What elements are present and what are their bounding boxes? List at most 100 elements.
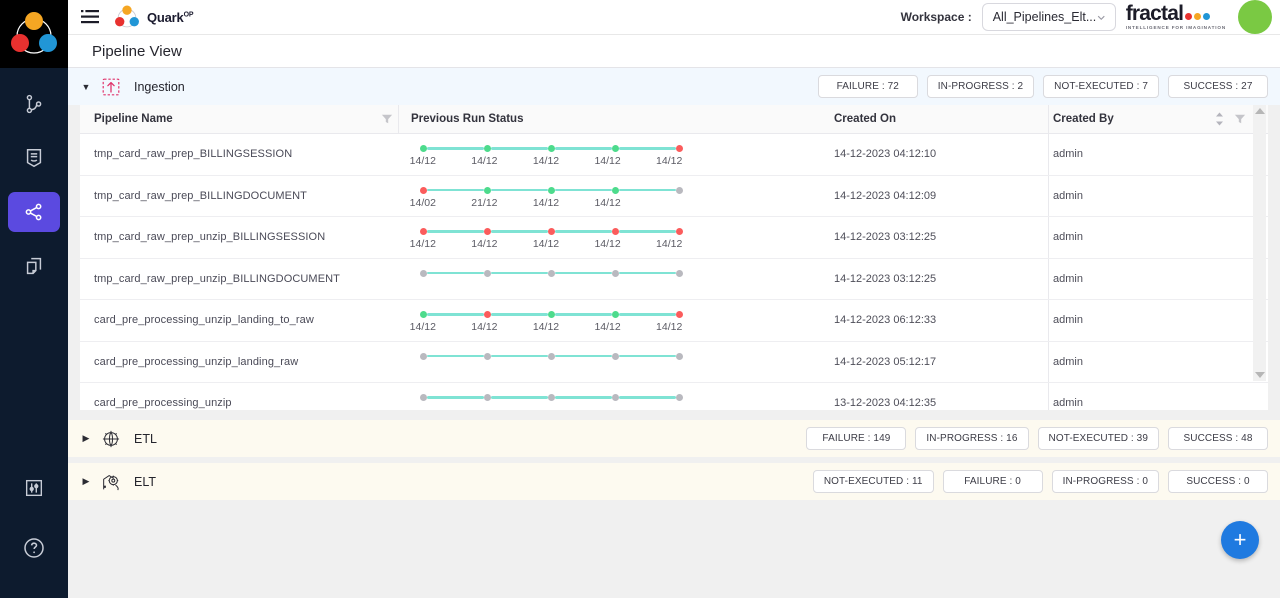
run-status-dot[interactable] — [612, 352, 619, 360]
chevron-down-icon — [1098, 15, 1105, 20]
run-status-dot[interactable] — [676, 311, 683, 318]
status-badge[interactable]: SUCCESS : 27 — [1168, 75, 1268, 98]
add-pipeline-button[interactable]: + — [1221, 521, 1259, 559]
run-status-dot[interactable] — [612, 311, 619, 318]
group-header-etl[interactable]: ▶ ETL FAILURE : 149 IN-PROGRESS : 16 NOT… — [68, 420, 1280, 457]
status-badge[interactable]: SUCCESS : 0 — [1168, 470, 1268, 493]
run-status-dot[interactable] — [548, 311, 555, 318]
group-header-ingestion[interactable]: ▼ Ingestion FAILURE : 72 IN-PROGRESS : 2… — [68, 68, 1280, 105]
run-status-dot[interactable] — [676, 269, 683, 277]
table-row[interactable]: card_pre_processing_unzip 13-12-2023 04:1… — [80, 383, 1268, 410]
status-badge[interactable]: FAILURE : 0 — [942, 470, 1043, 493]
status-badge[interactable]: IN-PROGRESS : 2 — [926, 75, 1035, 98]
filter-icon[interactable] — [1234, 113, 1246, 125]
run-status-dot[interactable] — [420, 352, 427, 360]
run-status-dot[interactable] — [484, 311, 491, 318]
cell-created-by: admin — [1048, 258, 1208, 299]
run-status-dot[interactable] — [484, 145, 491, 152]
run-status-dot[interactable] — [612, 394, 619, 401]
group-label-etl: ETL — [134, 431, 157, 446]
table-scrollbar[interactable] — [1253, 105, 1266, 381]
run-status-link — [491, 313, 548, 316]
table-row[interactable]: tmp_card_raw_prep_BILLINGDOCUMENT 14/02 21… — [80, 175, 1268, 217]
cell-pipeline-name: tmp_card_raw_prep_BILLINGSESSION — [94, 148, 293, 161]
status-badge[interactable]: FAILURE : 149 — [806, 427, 907, 450]
status-badge[interactable]: IN-PROGRESS : 16 — [915, 427, 1029, 450]
status-badge[interactable]: NOT-EXECUTED : 11 — [812, 470, 934, 493]
run-status-date: 14/12 — [532, 321, 560, 333]
cell-previous-run-status — [398, 383, 830, 410]
run-status-dot[interactable] — [548, 228, 555, 235]
run-status-dot[interactable] — [548, 352, 555, 360]
sidebar-item-copies[interactable] — [8, 246, 60, 286]
run-status-dot[interactable] — [548, 394, 555, 401]
column-header-pipeline-name: Pipeline Name — [94, 113, 173, 125]
scroll-up-icon[interactable] — [1254, 108, 1265, 114]
hamburger-menu-icon[interactable] — [80, 7, 100, 27]
run-status-dot[interactable] — [548, 269, 555, 277]
run-status-dot[interactable] — [420, 228, 427, 235]
sidebar-item-share[interactable] — [8, 192, 60, 232]
brand-superscript: OP — [183, 11, 194, 19]
table-row[interactable]: tmp_card_raw_prep_unzip_BILLINGSESSION 14… — [80, 217, 1268, 259]
run-status-dot[interactable] — [484, 186, 491, 194]
status-badge[interactable]: IN-PROGRESS : 0 — [1051, 470, 1159, 493]
sidebar-item-pipelines[interactable] — [8, 84, 60, 124]
run-status-dot[interactable] — [612, 269, 619, 277]
cell-previous-run-status: 14/12 14/12 14/12 14/12 14/12 — [398, 300, 830, 341]
run-status-dot[interactable] — [484, 228, 491, 235]
cell-pipeline-name: card_pre_processing_unzip_landing_to_raw — [94, 314, 314, 327]
run-status-dot[interactable] — [420, 269, 427, 277]
run-status-dot[interactable] — [612, 186, 619, 194]
run-status-dot[interactable] — [676, 394, 683, 401]
run-status-link — [555, 271, 612, 275]
sidebar-item-help[interactable] — [8, 528, 60, 568]
group-header-elt[interactable]: ▶ ELT NOT-EXECUTED : 11 FAILURE : 0 IN-P… — [68, 463, 1280, 500]
cell-created-by: admin — [1048, 341, 1208, 382]
run-status-dot[interactable] — [676, 228, 683, 235]
run-status-dot[interactable] — [484, 394, 491, 401]
table-row[interactable]: card_pre_processing_unzip_landing_to_raw… — [80, 300, 1268, 342]
elt-gear-icon — [98, 469, 124, 495]
sidebar-item-documents[interactable] — [8, 138, 60, 178]
status-badge[interactable]: NOT-EXECUTED : 39 — [1037, 427, 1159, 450]
run-status-dot[interactable] — [548, 186, 555, 194]
run-status-dot[interactable] — [420, 145, 427, 152]
avatar[interactable] — [1238, 0, 1272, 34]
cell-pipeline-name: tmp_card_raw_prep_BILLINGDOCUMENT — [94, 189, 307, 202]
run-status-dot[interactable] — [676, 186, 683, 194]
table-row[interactable]: tmp_card_raw_prep_BILLINGSESSION 14/12 14/… — [80, 134, 1268, 176]
workspace-select[interactable]: All_Pipelines_Elt... — [981, 3, 1116, 31]
run-status-dot[interactable] — [612, 145, 619, 152]
run-status-date: 14/12 — [532, 155, 560, 167]
caret-right-icon[interactable]: ▶ — [78, 476, 94, 487]
caret-down-icon[interactable]: ▼ — [78, 82, 94, 92]
table-header-row: Pipeline Name Previous Run Status Create… — [80, 105, 1268, 134]
run-status-dot[interactable] — [548, 145, 555, 152]
run-status-link — [427, 271, 484, 275]
run-status-dot[interactable] — [676, 145, 683, 152]
group-badges-elt: NOT-EXECUTED : 11 FAILURE : 0 IN-PROGRES… — [812, 470, 1268, 493]
run-status-dot[interactable] — [484, 352, 491, 360]
status-badge[interactable]: FAILURE : 72 — [817, 75, 918, 98]
sidebar-item-settings[interactable] — [8, 468, 60, 508]
run-status-dot[interactable] — [420, 394, 427, 401]
status-badge[interactable]: NOT-EXECUTED : 7 — [1043, 75, 1159, 98]
filter-icon[interactable] — [376, 105, 398, 133]
run-status-dot[interactable] — [420, 311, 427, 318]
page-title: Pipeline View — [68, 35, 1280, 68]
status-badge[interactable]: SUCCESS : 48 — [1168, 427, 1268, 450]
run-status-dot[interactable] — [484, 269, 491, 277]
run-status-dot[interactable] — [676, 352, 683, 360]
scroll-down-icon[interactable] — [1254, 372, 1265, 378]
run-status-dot[interactable] — [612, 228, 619, 235]
run-status-link — [619, 271, 676, 275]
table-row[interactable]: card_pre_processing_unzip_landing_raw 14-… — [80, 341, 1268, 383]
caret-right-icon[interactable]: ▶ — [78, 433, 94, 444]
sort-updown-icon[interactable] — [1214, 112, 1225, 126]
run-status-dot[interactable] — [420, 186, 427, 194]
cell-pipeline-name: tmp_card_raw_prep_unzip_BILLINGDOCUMENT — [94, 272, 340, 285]
workspace-label: Workspace : — [900, 10, 972, 24]
table-row[interactable]: tmp_card_raw_prep_unzip_BILLINGDOCUMENT 1… — [80, 258, 1268, 300]
elt-glyph-icon — [103, 474, 119, 490]
